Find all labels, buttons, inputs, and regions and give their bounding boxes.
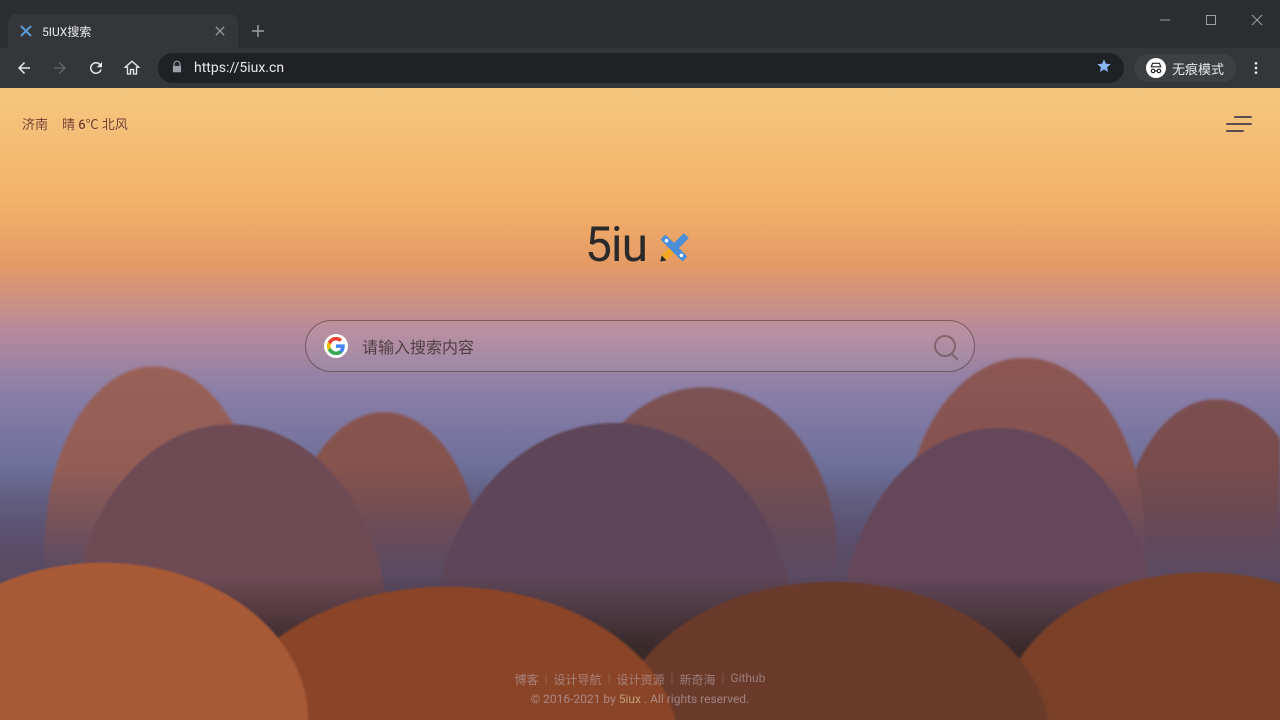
weather-city: 济南 bbox=[22, 114, 48, 133]
copyright-text: © 2016-2021 by 5iux . All rights reserve… bbox=[0, 692, 1280, 706]
address-url: https://5iux.cn bbox=[194, 60, 284, 76]
incognito-icon bbox=[1146, 58, 1166, 78]
page-menu-button[interactable] bbox=[1226, 114, 1252, 134]
footer-link[interactable]: 设计资源 bbox=[617, 671, 665, 688]
page-content: 济南 晴 6℃ 北风 5iu bbox=[0, 88, 1280, 720]
nav-home-button[interactable] bbox=[116, 52, 148, 84]
footer-link[interactable]: 博客 bbox=[515, 671, 539, 688]
nav-forward-button[interactable] bbox=[44, 52, 76, 84]
page-footer: 博客| 设计导航| 设计资源| 新奇海| Github © 2016-2021 … bbox=[0, 671, 1280, 706]
tab-favicon-icon bbox=[18, 23, 34, 39]
browser-toolbar: https://5iux.cn 无痕模式 bbox=[0, 48, 1280, 88]
weather-detail: 晴 6℃ 北风 bbox=[62, 114, 128, 133]
logo-text: 5iu bbox=[585, 216, 647, 273]
footer-link[interactable]: Github bbox=[730, 671, 765, 688]
search-submit-icon[interactable] bbox=[934, 335, 956, 357]
window-maximize-button[interactable] bbox=[1188, 5, 1234, 35]
incognito-badge[interactable]: 无痕模式 bbox=[1134, 54, 1236, 82]
tab-title: 5IUX搜索 bbox=[42, 23, 91, 40]
nav-reload-button[interactable] bbox=[80, 52, 112, 84]
footer-link[interactable]: 新奇海 bbox=[679, 671, 715, 688]
site-logo: 5iu bbox=[585, 216, 695, 273]
search-bar[interactable]: 请输入搜索内容 bbox=[305, 320, 975, 372]
incognito-label: 无痕模式 bbox=[1172, 59, 1224, 78]
footer-link[interactable]: 设计导航 bbox=[554, 671, 602, 688]
tab-strip: 5IUX搜索 bbox=[0, 10, 1280, 48]
logo-tools-icon bbox=[653, 224, 695, 266]
tab-close-button[interactable] bbox=[212, 23, 228, 39]
lock-icon bbox=[170, 59, 184, 78]
new-tab-button[interactable] bbox=[244, 17, 272, 45]
nav-back-button[interactable] bbox=[8, 52, 40, 84]
search-engine-icon[interactable] bbox=[324, 334, 348, 358]
window-minimize-button[interactable] bbox=[1142, 5, 1188, 35]
address-bar[interactable]: https://5iux.cn bbox=[158, 53, 1124, 83]
browser-tab[interactable]: 5IUX搜索 bbox=[8, 14, 238, 48]
bookmark-star-icon[interactable] bbox=[1096, 58, 1112, 78]
weather-widget[interactable]: 济南 晴 6℃ 北风 bbox=[22, 114, 128, 133]
window-close-button[interactable] bbox=[1234, 5, 1280, 35]
search-placeholder: 请输入搜索内容 bbox=[362, 334, 474, 358]
footer-links: 博客| 设计导航| 设计资源| 新奇海| Github bbox=[0, 671, 1280, 688]
browser-menu-button[interactable] bbox=[1240, 52, 1272, 84]
